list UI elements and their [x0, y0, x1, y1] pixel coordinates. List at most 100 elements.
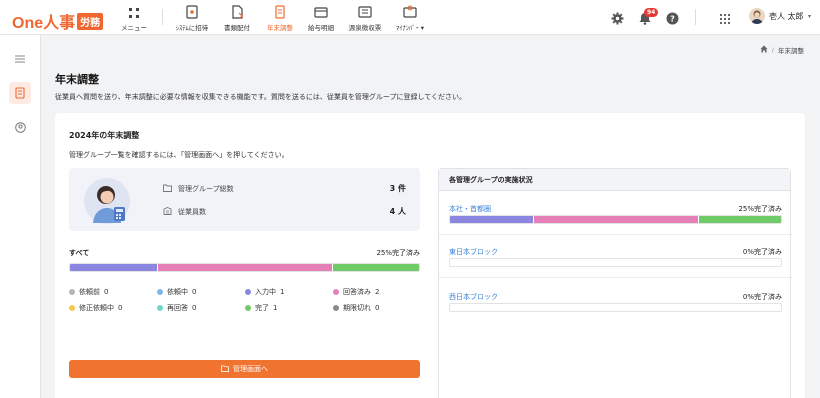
legend-count: 0	[104, 288, 109, 296]
nav-payslip[interactable]: 給与明細	[305, 4, 337, 32]
legend-item: 回答済み 2	[333, 287, 379, 297]
card-title: 2024年の年末調整	[69, 131, 140, 140]
legend-label: 回答済み	[343, 288, 371, 296]
card-description: 管理グループ一覧を確認するには、「管理画面へ」を押してください。	[69, 151, 289, 159]
progress-segment	[532, 216, 699, 223]
header-divider	[695, 9, 696, 25]
document-icon	[221, 4, 253, 20]
legend-count: 0	[192, 304, 197, 312]
legend-dot	[245, 289, 251, 295]
legend-dot	[157, 289, 163, 295]
progress-segment	[331, 264, 419, 271]
nav-year-end[interactable]: 年末調整	[264, 4, 296, 32]
nav-mynumber[interactable]: ﾏｲﾅﾝﾊﾞｰ ▾	[393, 4, 427, 32]
legend-item: 修正依頼中 0	[69, 303, 122, 313]
legend-dot	[245, 305, 251, 311]
app-logo[interactable]: One人事 労務	[12, 9, 104, 33]
logo-text: One人事	[12, 15, 76, 32]
legend-count: 2	[375, 288, 380, 296]
breadcrumb-separator: /	[771, 46, 774, 54]
legend-item: 依頼前 0	[69, 287, 108, 297]
group-row[interactable]: 東日本ブロック 0%完了済み	[449, 247, 782, 287]
nav-label-text: ﾏｲﾅﾝﾊﾞｰ	[395, 24, 419, 32]
person-with-calculator-illustration	[83, 175, 131, 225]
group-row[interactable]: 本社・首都圏 25%完了済み	[449, 204, 782, 244]
nav-label: ｼｽﾃﾑに招待	[175, 24, 209, 32]
group-name-link[interactable]: 本社・首都圏	[449, 204, 491, 214]
legend-label: 入力中	[255, 288, 276, 296]
overall-label: すべて	[69, 249, 90, 257]
user-name[interactable]: 壱人 太郎	[769, 11, 804, 22]
legend-item: 依頼中 0	[157, 287, 196, 297]
nav-label: 源泉徴収票	[348, 24, 382, 32]
svg-text:?: ?	[670, 15, 675, 24]
avatar[interactable]	[749, 8, 765, 24]
group-name-link[interactable]: 西日本ブロック	[449, 292, 498, 302]
breadcrumb: / 年末調整	[760, 45, 804, 55]
group-progress-bar	[449, 215, 782, 224]
menu-toggle-button[interactable]	[9, 46, 31, 68]
year-end-icon	[15, 84, 25, 103]
group-panel-title: 各管理グループの実施状況	[439, 169, 790, 191]
apps-grid-icon[interactable]	[719, 10, 731, 29]
stat-label: 管理グループ総数	[178, 185, 234, 193]
group-name-link[interactable]: 東日本ブロック	[449, 247, 498, 257]
nav-invite[interactable]: ｼｽﾃﾑに招待	[174, 4, 210, 32]
nav-withholding[interactable]: 源泉徴収票	[345, 4, 385, 32]
page-title: 年末調整	[55, 73, 99, 86]
side-rail	[0, 35, 41, 398]
legend-dot	[157, 305, 163, 311]
overall-percent: 25%完了済み	[376, 249, 420, 257]
group-divider	[439, 234, 792, 235]
legend-label: 完了	[255, 304, 269, 312]
gear-icon[interactable]	[611, 10, 624, 29]
legend-item: 期限切れ 0	[333, 303, 379, 313]
hamburger-icon	[15, 48, 25, 67]
legend-label: 依頼前	[79, 288, 100, 296]
year-end-card: 2024年の年末調整 管理グループ一覧を確認するには、「管理画面へ」を押してくだ…	[55, 113, 805, 398]
progress-segment	[157, 264, 332, 271]
progress-segment	[70, 264, 158, 271]
grid-icon	[118, 4, 150, 19]
nav-label: 年末調整	[267, 24, 293, 32]
nav-label: 書類配付	[224, 24, 250, 32]
legend-count: 0	[375, 304, 380, 312]
rail-year-end[interactable]	[9, 82, 31, 104]
mynumber-icon	[393, 4, 427, 19]
help-icon[interactable]: ?	[666, 10, 679, 29]
year-end-icon	[264, 4, 296, 19]
page-description: 従業員へ質問を送り、年末調整に必要な情報を収集できる機能です。質問を送るには、従…	[55, 93, 467, 101]
group-divider	[439, 277, 792, 278]
chevron-down-icon: ▾	[420, 24, 425, 32]
group-percent: 0%完了済み	[742, 293, 782, 301]
legend-count: 1	[280, 288, 285, 296]
legend-item: 再回答 0	[157, 303, 196, 313]
building-icon	[163, 207, 172, 217]
group-row[interactable]: 西日本ブロック 0%完了済み	[449, 292, 782, 332]
group-progress-bar	[449, 303, 782, 312]
manage-screen-button[interactable]: 管理画面へ	[69, 360, 420, 378]
folder-icon	[221, 364, 229, 374]
breadcrumb-current: 年末調整	[778, 47, 804, 55]
rail-settings[interactable]	[9, 116, 31, 138]
chevron-down-icon[interactable]: ▾	[808, 13, 811, 20]
legend-label: 再回答	[167, 304, 188, 312]
group-percent: 25%完了済み	[738, 205, 782, 213]
home-icon[interactable]	[760, 45, 768, 55]
group-status-panel: 各管理グループの実施状況 本社・首都圏 25%完了済み 東日本ブロック 0%完了済み西…	[438, 168, 792, 398]
legend-label: 依頼中	[167, 288, 188, 296]
legend-item: 完了 1	[245, 303, 277, 313]
notification-badge: 94	[644, 8, 659, 17]
stat-value: 4 人	[389, 207, 406, 216]
summary-panel: 管理グループ総数 3 件 従業員数 4 人	[69, 168, 420, 231]
group-percent: 0%完了済み	[742, 248, 782, 256]
folder-icon	[163, 184, 172, 194]
nav-menu[interactable]: メニュー	[118, 4, 150, 32]
nav-label: 給与明細	[308, 24, 334, 32]
legend-count: 0	[118, 304, 123, 312]
nav-documents[interactable]: 書類配付	[221, 4, 253, 32]
nav-label: メニュー	[121, 24, 147, 32]
withholding-icon	[345, 4, 385, 19]
stat-value: 3 件	[389, 184, 406, 193]
stat-employee-count: 従業員数	[163, 207, 206, 217]
